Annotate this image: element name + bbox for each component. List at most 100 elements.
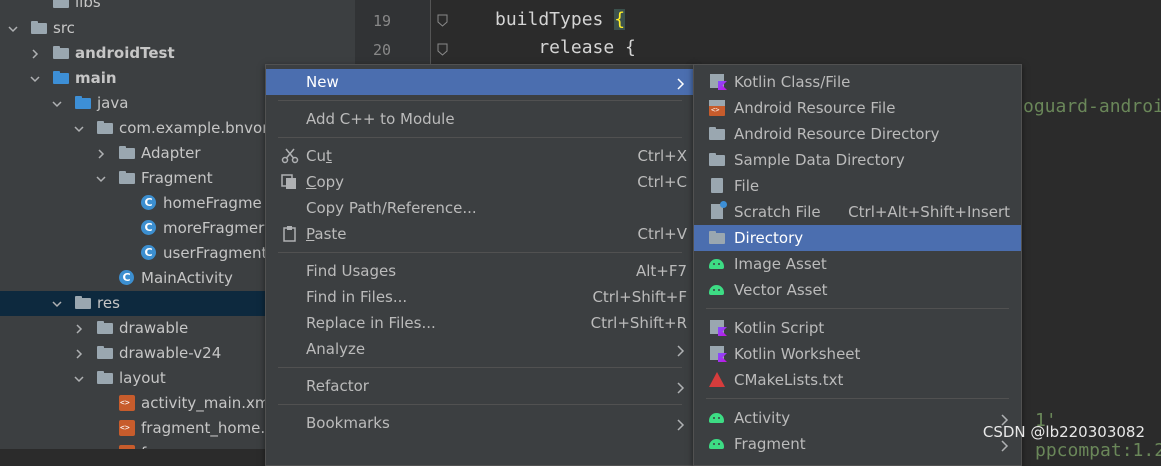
- tree-item-label: drawable: [119, 319, 189, 337]
- layout-xml-icon: [119, 445, 135, 449]
- submenu-item-label: File: [734, 177, 760, 195]
- submenu-item-label: Scratch File: [734, 203, 821, 221]
- submenu-item-label: Sample Data Directory: [734, 151, 905, 169]
- code-line: buildTypes {: [495, 9, 626, 30]
- menu-item-label: Find Usages: [306, 262, 397, 280]
- fold-marker-icon[interactable]: [437, 14, 448, 27]
- copy-icon: [281, 174, 299, 190]
- submenu-item-label: Fragment: [734, 435, 806, 453]
- menu-separator: [706, 398, 1009, 399]
- code-fragment: oguard-androi: [1023, 96, 1161, 117]
- fold-marker-icon[interactable]: [437, 43, 448, 56]
- chevron-right-icon[interactable]: [93, 141, 109, 166]
- menu-item-shortcut: Ctrl+Shift+R: [590, 314, 687, 332]
- android-icon: [709, 410, 726, 426]
- tree-item-label: androidTest: [75, 44, 175, 62]
- submenu-item-android-resource-file[interactable]: Android Resource File: [694, 95, 1021, 121]
- tree-item-libs[interactable]: libs: [0, 0, 355, 15]
- source-folder-icon: [53, 71, 69, 85]
- menu-item-label: Paste: [306, 225, 347, 243]
- submenu-item-fragment[interactable]: Fragment: [694, 431, 1021, 457]
- menu-item-label: Find in Files...: [306, 288, 408, 306]
- submenu-item-label: Kotlin Worksheet: [734, 345, 861, 363]
- menu-item-new[interactable]: New: [266, 69, 694, 95]
- submenu-item-cmakelists-txt[interactable]: CMakeLists.txt: [694, 367, 1021, 393]
- folder-icon: [709, 152, 726, 168]
- menu-item-copy-path-reference[interactable]: Copy Path/Reference...: [266, 195, 694, 221]
- menu-item-label: New: [306, 73, 339, 91]
- chevron-down-icon[interactable]: [49, 91, 65, 116]
- submenu-item-file[interactable]: File: [694, 173, 1021, 199]
- line-number: 19: [373, 12, 392, 30]
- submenu-item-android-resource-directory[interactable]: Android Resource Directory: [694, 121, 1021, 147]
- package-icon: [119, 171, 135, 185]
- chevron-down-icon[interactable]: [93, 166, 109, 191]
- file-icon: [709, 178, 726, 194]
- line-number: 20: [373, 41, 392, 59]
- tree-item-label: com.example.bnvor: [119, 119, 269, 137]
- folder-icon: [53, 0, 69, 9]
- folder-icon: [31, 21, 47, 35]
- menu-item-add-c-to-module[interactable]: Add C++ to Module: [266, 106, 694, 132]
- android-icon: [709, 256, 726, 272]
- folder-icon: [97, 321, 113, 335]
- class-icon: C: [141, 195, 157, 210]
- menu-item-paste[interactable]: Paste Ctrl+V: [266, 221, 694, 247]
- menu-item-find-in-files[interactable]: Find in Files... Ctrl+Shift+F: [266, 284, 694, 310]
- tree-item-label: Adapter: [141, 144, 201, 162]
- submenu-item-label: Kotlin Class/File: [734, 73, 851, 91]
- tree-item-label: homeFragme: [163, 194, 262, 212]
- tree-item-androidtest[interactable]: androidTest: [0, 41, 355, 66]
- menu-item-replace-in-files[interactable]: Replace in Files... Ctrl+Shift+R: [266, 310, 694, 336]
- chevron-down-icon[interactable]: [49, 291, 65, 316]
- menu-separator: [706, 308, 1009, 309]
- menu-item-bookmarks[interactable]: Bookmarks: [266, 410, 694, 436]
- menu-item-find-usages[interactable]: Find Usages Alt+F7: [266, 258, 694, 284]
- submenu-arrow-icon: [677, 343, 685, 357]
- tree-item-src[interactable]: src: [0, 16, 355, 41]
- submenu-item-vector-asset[interactable]: Vector Asset: [694, 277, 1021, 303]
- submenu-item-sample-data-directory[interactable]: Sample Data Directory: [694, 147, 1021, 173]
- chevron-right-icon[interactable]: [27, 41, 43, 66]
- menu-separator: [278, 252, 682, 253]
- chevron-down-icon[interactable]: [27, 66, 43, 91]
- chevron-down-icon[interactable]: [71, 366, 87, 391]
- submenu-item-image-asset[interactable]: Image Asset: [694, 251, 1021, 277]
- folder-icon: [97, 371, 113, 385]
- chevron-down-icon[interactable]: [5, 16, 21, 41]
- layout-xml-icon: [119, 395, 135, 411]
- package-icon: [97, 121, 113, 135]
- menu-item-cut[interactable]: Cut Ctrl+X: [266, 143, 694, 169]
- kotlin-file-icon: [709, 74, 726, 90]
- submenu-item-kotlin-class-file[interactable]: Kotlin Class/File: [694, 69, 1021, 95]
- kotlin-worksheet-icon: [709, 346, 726, 362]
- source-folder-icon: [75, 96, 91, 110]
- matched-brace: {: [614, 9, 626, 30]
- android-icon: [709, 282, 726, 298]
- tree-item-label: src: [53, 19, 75, 37]
- menu-item-analyze[interactable]: Analyze: [266, 336, 694, 362]
- submenu-item-scratch-file[interactable]: Scratch File Ctrl+Alt+Shift+Insert: [694, 199, 1021, 225]
- chevron-right-icon[interactable]: [71, 341, 87, 366]
- submenu-item-directory[interactable]: Directory: [694, 225, 1021, 251]
- test-folder-icon: [53, 46, 69, 60]
- submenu-item-activity[interactable]: Activity: [694, 405, 1021, 431]
- class-icon: C: [141, 220, 157, 235]
- submenu-item-label: Android Resource File: [734, 99, 896, 117]
- submenu-item-label: Activity: [734, 409, 791, 427]
- folder-icon: [709, 126, 726, 142]
- kotlin-script-icon: [709, 320, 726, 336]
- chevron-right-icon[interactable]: [71, 316, 87, 341]
- android-resource-file-icon: [709, 100, 726, 116]
- menu-separator: [278, 100, 682, 101]
- menu-item-copy[interactable]: Copy Ctrl+C: [266, 169, 694, 195]
- tree-item-label: Fragment: [141, 169, 213, 187]
- submenu-item-kotlin-script[interactable]: Kotlin Script: [694, 315, 1021, 341]
- menu-item-refactor[interactable]: Refactor: [266, 373, 694, 399]
- resources-folder-icon: [75, 296, 91, 310]
- tree-item-label: drawable-v24: [119, 344, 222, 362]
- cmake-icon: [709, 372, 726, 388]
- chevron-down-icon[interactable]: [71, 116, 87, 141]
- menu-item-shortcut: Ctrl+X: [637, 147, 687, 165]
- submenu-item-kotlin-worksheet[interactable]: Kotlin Worksheet: [694, 341, 1021, 367]
